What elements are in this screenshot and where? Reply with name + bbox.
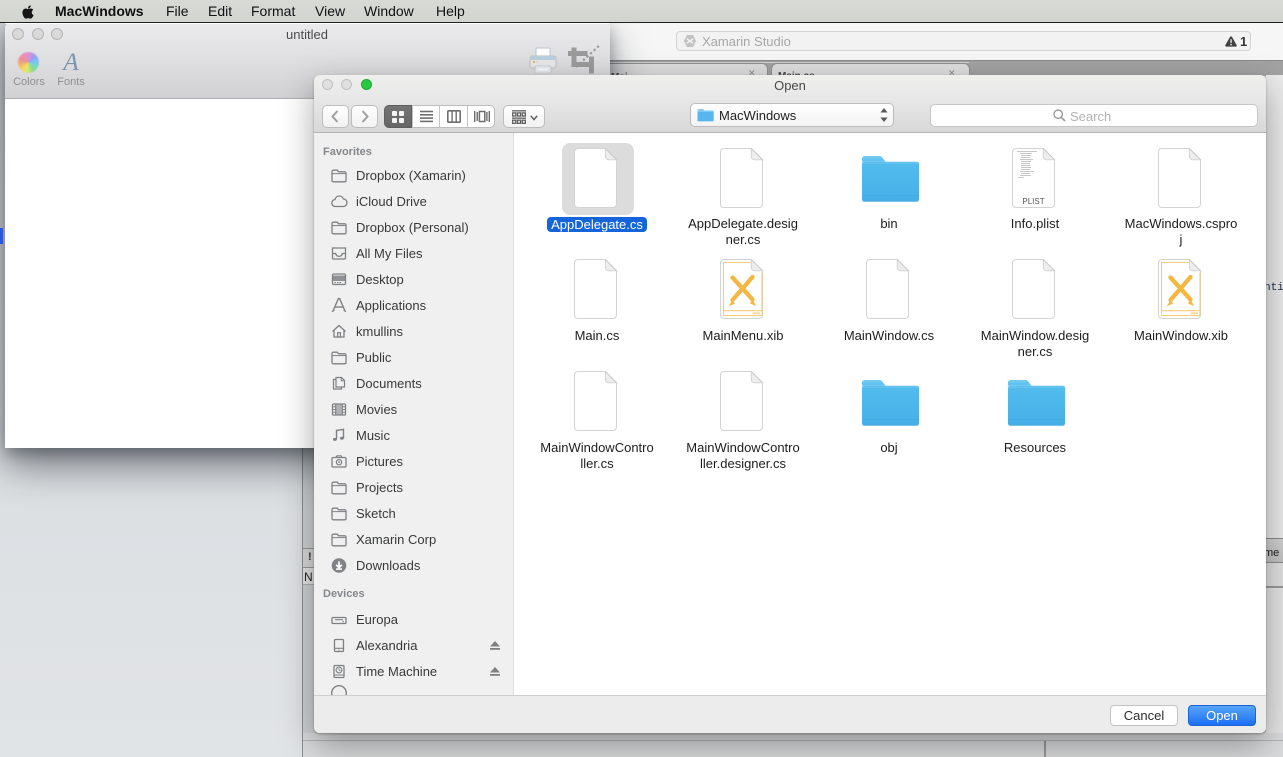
svg-text:PLIST: PLIST [1022, 197, 1044, 206]
